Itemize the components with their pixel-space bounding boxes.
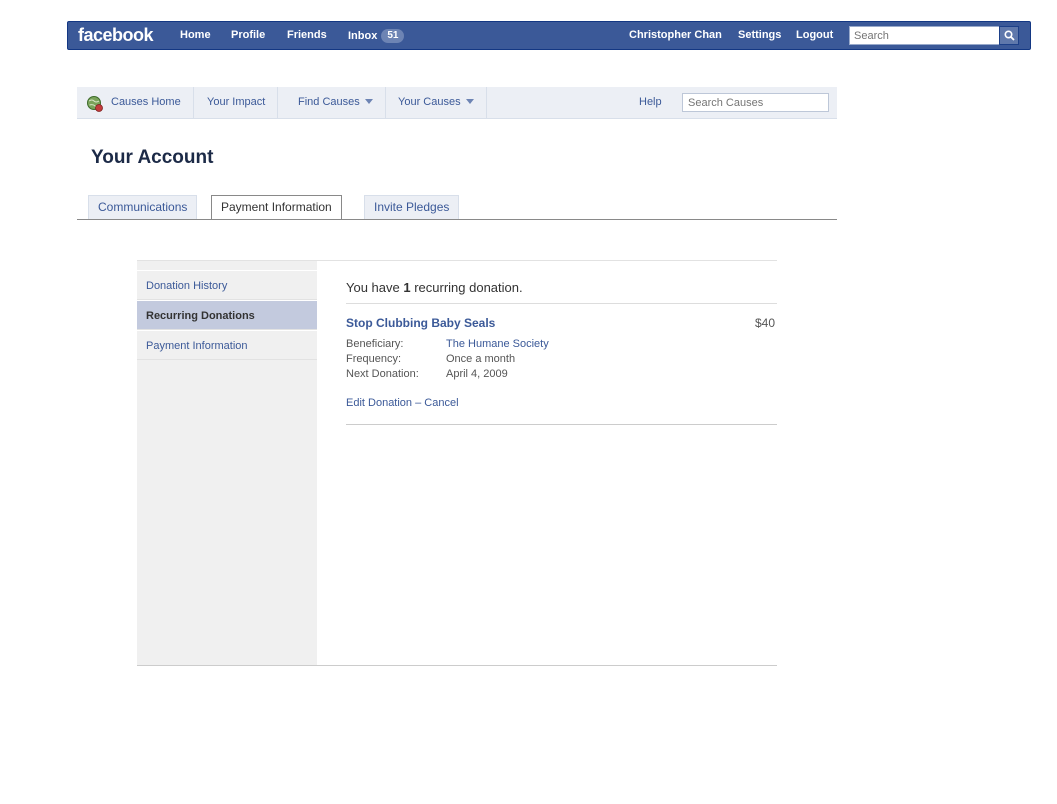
caret-down-icon [465,99,474,104]
summary-prefix: You have [346,280,404,295]
causes-home-link[interactable]: Causes Home [99,87,194,118]
donation-actions: Edit Donation – Cancel [346,397,459,409]
actions-separator: – [412,397,425,409]
inbox-count-badge: 51 [381,29,405,43]
page-title: Your Account [91,147,214,168]
facebook-top-bar: facebook Home Profile Friends Inbox 51 Ch… [67,21,1031,50]
edit-donation-link[interactable]: Edit Donation [346,397,412,409]
tab-invite-pledges[interactable]: Invite Pledges [364,195,460,219]
nav-logout[interactable]: Logout [796,29,833,41]
sidebar-item-recurring-donations[interactable]: Recurring Donations [137,300,317,330]
causes-toolbar: Causes Home Your Impact Find Causes Your… [77,87,837,119]
nav-inbox-label: Inbox [348,30,378,42]
tabs-divider [77,219,837,220]
next-donation-value: April 4, 2009 [446,368,508,380]
cancel-donation-link[interactable]: Cancel [424,397,458,409]
search-input[interactable] [849,26,1000,45]
donation-summary: You have 1 recurring donation. [346,280,523,295]
summary-count: 1 [403,280,411,295]
account-sidebar: Donation History Recurring Donations Pay… [137,260,317,666]
summary-divider [346,303,777,304]
search-button[interactable] [999,26,1019,45]
caret-down-icon [364,99,373,104]
tab-payment-information[interactable]: Payment Information [211,195,342,220]
recurring-donations-panel: You have 1 recurring donation. Stop Club… [317,260,777,666]
nav-inbox[interactable]: Inbox 51 [348,29,405,43]
sidebar-item-donation-history[interactable]: Donation History [137,270,317,300]
donation-divider [346,424,777,425]
nav-profile[interactable]: Profile [231,29,265,41]
frequency-label: Frequency: [346,353,402,365]
frequency-value: Once a month [446,353,516,365]
summary-suffix: recurring donation. [410,280,523,295]
nav-friends[interactable]: Friends [287,29,327,41]
find-causes-menu[interactable]: Find Causes [286,87,386,118]
donation-amount: $40 [754,316,775,330]
user-name-link[interactable]: Christopher Chan [629,29,722,41]
beneficiary-label: Beneficiary: [346,338,404,350]
your-causes-menu[interactable]: Your Causes [386,87,487,118]
nav-settings[interactable]: Settings [738,29,781,41]
sidebar-item-payment-information[interactable]: Payment Information [137,330,317,360]
tab-communications[interactable]: Communications [88,195,198,219]
find-causes-label: Find Causes [298,96,360,108]
beneficiary-link[interactable]: The Humane Society [446,338,549,350]
magnifier-icon [1004,30,1015,41]
cause-name-link[interactable]: Stop Clubbing Baby Seals [346,316,495,330]
content-bottom-border [137,665,777,666]
your-causes-label: Your Causes [398,96,461,108]
your-impact-link[interactable]: Your Impact [195,87,279,118]
next-donation-label: Next Donation: [346,368,419,380]
nav-home[interactable]: Home [180,29,211,41]
help-link[interactable]: Help [639,87,662,118]
search-causes-input[interactable] [682,93,829,112]
facebook-logo[interactable]: facebook [78,25,154,46]
